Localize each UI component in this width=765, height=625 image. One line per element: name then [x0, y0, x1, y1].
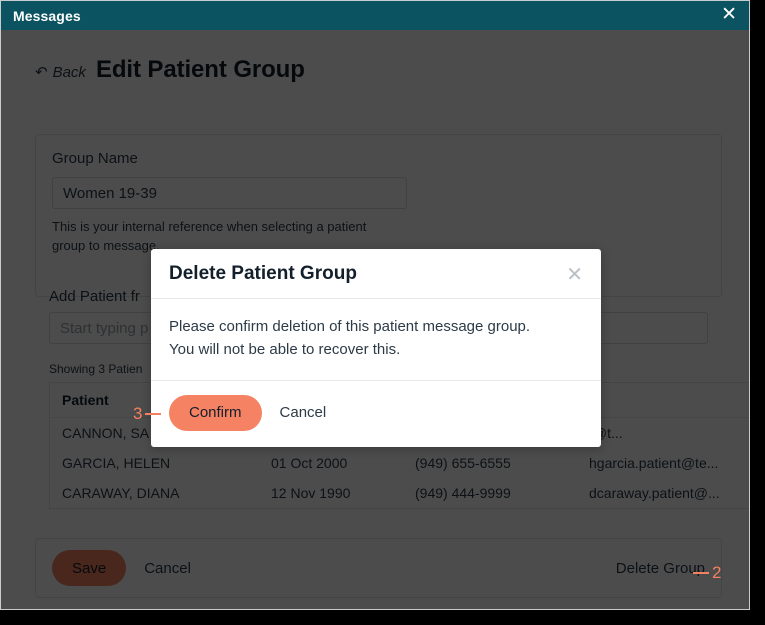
modal-header: Delete Patient Group ✕: [151, 249, 601, 299]
modal-footer: Confirm Cancel: [151, 381, 601, 447]
confirm-button[interactable]: Confirm: [169, 394, 262, 431]
annotation-3-label: 3: [133, 404, 143, 423]
modal-title: Delete Patient Group: [169, 263, 357, 284]
window-shadow-bottom: [8, 611, 759, 619]
annotation-2-leader: [693, 572, 709, 574]
annotation-marker-2: 2: [693, 563, 721, 583]
annotation-2-label: 2: [712, 563, 722, 582]
messages-window: Messages ✕ ↷ Back Edit Patient Group Gro…: [0, 0, 750, 610]
modal-message-line-1: Please confirm deletion of this patient …: [169, 318, 531, 335]
window-titlebar: Messages ✕: [1, 1, 749, 30]
modal-body: Please confirm deletion of this patient …: [151, 299, 601, 381]
modal-message-line-2: You will not be able to recover this.: [169, 341, 401, 359]
delete-patient-group-modal: Delete Patient Group ✕ Please confirm de…: [151, 249, 601, 447]
close-icon[interactable]: ✕: [719, 4, 739, 27]
annotation-marker-3: 3: [133, 404, 162, 424]
window-shadow-right: [751, 8, 759, 617]
annotation-3-leader: [145, 413, 162, 415]
page-body: ↷ Back Edit Patient Group Group Name Thi…: [1, 30, 749, 609]
modal-cancel-button[interactable]: Cancel: [280, 404, 327, 421]
close-icon[interactable]: ✕: [566, 264, 583, 284]
window-title: Messages: [13, 7, 81, 24]
